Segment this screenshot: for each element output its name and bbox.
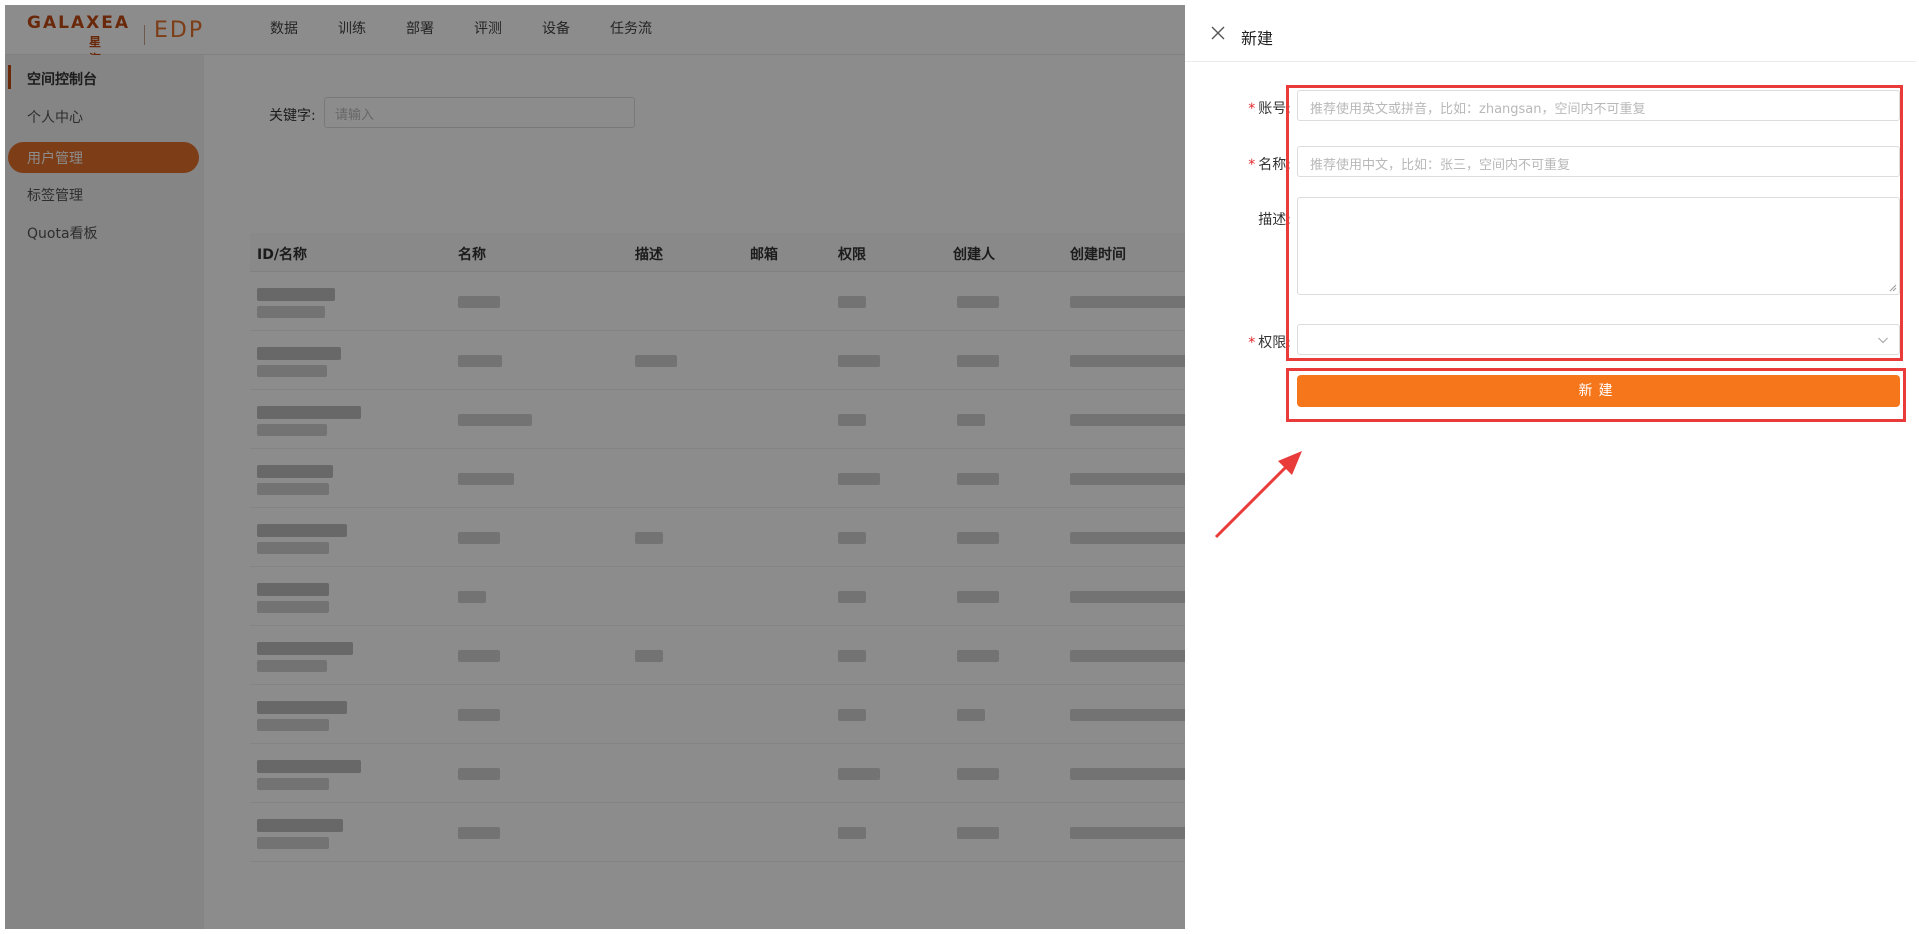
required-mark: * — [1248, 157, 1256, 173]
required-mark: * — [1248, 101, 1256, 117]
highlight-submit-button — [1286, 368, 1906, 422]
name-label: * 名称: — [1211, 154, 1291, 174]
close-icon[interactable] — [1210, 25, 1226, 41]
permission-label: * 权限: — [1211, 332, 1291, 352]
description-label: 描述: — [1211, 209, 1291, 229]
drawer-header: 新建 — [1185, 5, 1916, 62]
highlight-form-fields — [1286, 85, 1903, 361]
account-label: * 账号: — [1211, 98, 1291, 118]
modal-overlay[interactable] — [5, 5, 1185, 929]
app-window: GALAXEA 星海图 EDP 数据 训练 部署 评测 设备 任务流 空间控制台… — [5, 5, 1916, 929]
annotation-arrow-icon — [1214, 451, 1302, 539]
drawer-title: 新建 — [1241, 29, 1274, 48]
required-mark: * — [1248, 335, 1256, 351]
